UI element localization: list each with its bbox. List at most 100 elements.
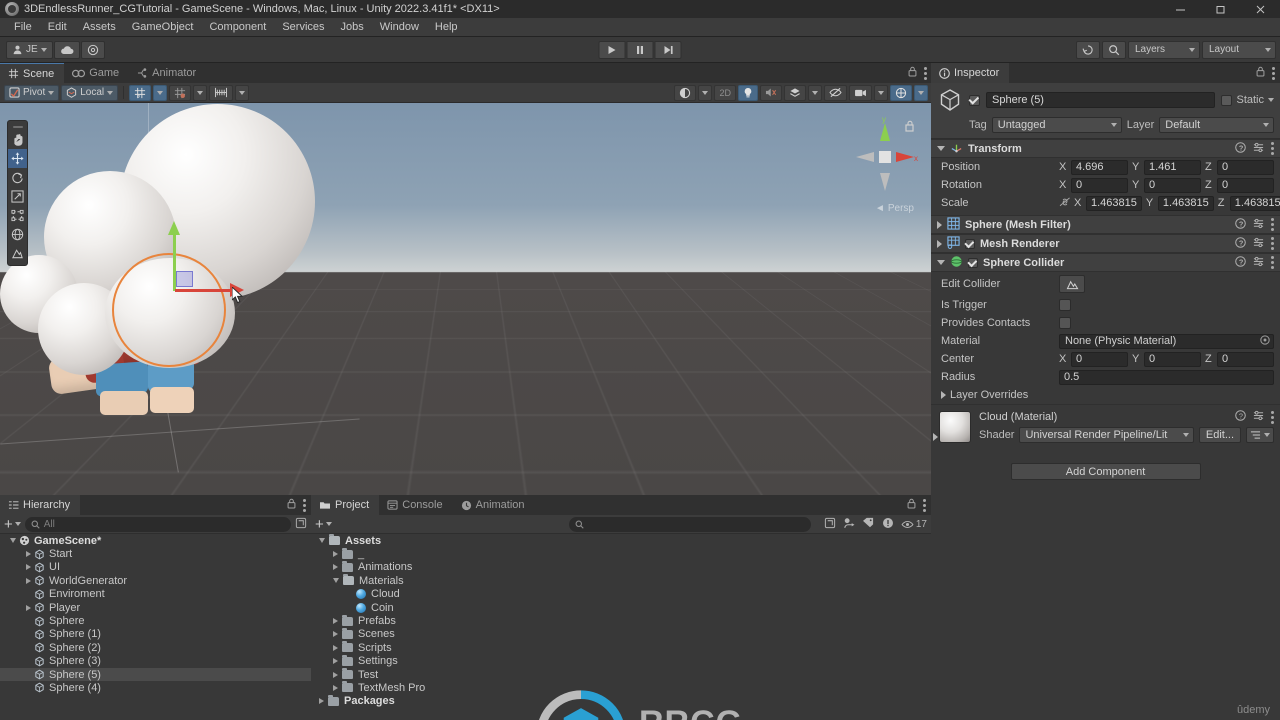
lighting-toggle[interactable] (738, 84, 758, 101)
shading-mode-dropdown[interactable] (698, 84, 713, 101)
scene-viewport[interactable]: y x ◄ Persp (0, 103, 932, 495)
gizmo-plane-handle[interactable] (176, 271, 193, 287)
close-button[interactable] (1240, 0, 1280, 18)
component-menu-icon[interactable] (1271, 237, 1274, 250)
tab-game[interactable]: Game (64, 63, 129, 83)
search-button[interactable] (1102, 40, 1126, 59)
filter-by-type-icon[interactable] (843, 517, 855, 532)
tab-hierarchy[interactable]: Hierarchy (0, 495, 81, 515)
foldout-arrow-icon[interactable] (937, 146, 945, 151)
snap-increment-button[interactable] (209, 84, 234, 101)
layout-dropdown[interactable]: Layout (1202, 40, 1276, 59)
rect-tool-button[interactable] (8, 206, 27, 225)
minimize-button[interactable] (1160, 0, 1200, 18)
tab-console[interactable]: Console (379, 495, 452, 515)
scene-panel-menu-icon[interactable] (924, 66, 927, 80)
hierarchy-item-worldgenerator[interactable]: WorldGenerator (0, 574, 311, 587)
lock-icon[interactable] (908, 66, 917, 80)
position-x-input[interactable]: 4.696 (1071, 159, 1128, 175)
maximize-button[interactable] (1200, 0, 1240, 18)
constrain-proportions-icon[interactable] (1059, 197, 1071, 210)
hierarchy-menu-icon[interactable] (303, 498, 306, 512)
grid-snap-button[interactable]: y (129, 84, 152, 101)
expand-arrow-icon[interactable] (26, 564, 31, 571)
effects-toggle[interactable] (784, 84, 806, 101)
expand-arrow-icon[interactable] (333, 564, 338, 571)
position-y-input[interactable]: 1.461 (1144, 159, 1201, 175)
expand-arrow-icon[interactable] (26, 577, 31, 584)
expand-arrow-icon[interactable] (319, 698, 324, 705)
rotation-z-input[interactable]: 0 (1217, 177, 1274, 193)
project-item-test[interactable]: Test (311, 668, 931, 681)
perspective-label[interactable]: ◄ Persp (875, 203, 914, 214)
menu-jobs[interactable]: Jobs (333, 18, 372, 37)
project-item-coin[interactable]: Coin (311, 601, 931, 614)
layers-dropdown[interactable]: Layers (1128, 40, 1200, 59)
expand-arrow-icon[interactable] (333, 684, 338, 691)
shader-dropdown[interactable]: Universal Render Pipeline/Lit (1019, 427, 1194, 443)
collapse-arrow-icon[interactable] (333, 578, 339, 584)
hierarchy-item-sphere[interactable]: Sphere (0, 614, 311, 627)
help-icon[interactable]: ? (1235, 141, 1246, 156)
hierarchy-item-start[interactable]: Start (0, 547, 311, 560)
gizmo-axis-y-arrow[interactable] (168, 221, 180, 235)
menu-edit[interactable]: Edit (40, 18, 75, 37)
expand-arrow-icon[interactable] (333, 618, 338, 625)
hierarchy-item-sphere-4[interactable]: Sphere (4) (0, 681, 311, 694)
expand-arrow-icon[interactable] (26, 551, 31, 558)
pivot-toggle[interactable]: Pivot (4, 84, 60, 101)
expand-arrow-icon[interactable] (26, 604, 31, 611)
snap-increment-dropdown[interactable] (235, 84, 250, 101)
tab-inspector[interactable]: Inspector (931, 63, 1010, 83)
foldout-arrow-icon[interactable] (937, 239, 942, 248)
gizmo-axis-x[interactable] (175, 289, 233, 292)
rotation-x-input[interactable]: 0 (1071, 177, 1128, 193)
account-button[interactable]: JE (6, 40, 53, 59)
static-toggle[interactable]: Static (1221, 94, 1274, 106)
preset-icon[interactable] (1253, 410, 1264, 424)
hierarchy-item-sphere-3[interactable]: Sphere (3) (0, 655, 311, 668)
shader-edit-button[interactable]: Edit... (1198, 427, 1241, 443)
hierarchy-item-sphere-5[interactable]: Sphere (5) (0, 667, 311, 682)
tab-scene[interactable]: Scene (0, 63, 65, 83)
inspector-menu-icon[interactable] (1272, 66, 1275, 80)
play-button[interactable] (598, 40, 626, 59)
scale-x-input[interactable]: 1.463815 (1086, 195, 1142, 211)
move-tool-button[interactable] (8, 149, 27, 168)
menu-file[interactable]: File (6, 18, 40, 37)
position-z-input[interactable]: 0 (1217, 159, 1274, 175)
expand-arrow-icon[interactable] (333, 671, 338, 678)
object-picker-icon[interactable] (1260, 334, 1270, 348)
help-icon[interactable]: ? (1235, 255, 1246, 270)
filter-by-label-icon[interactable] (862, 517, 875, 531)
hierarchy-item-gamescene[interactable]: GameScene* (0, 534, 311, 547)
grid-visibility-dropdown[interactable] (193, 84, 208, 101)
scene-orientation-gizmo[interactable]: y x (848, 115, 922, 201)
menu-component[interactable]: Component (201, 18, 274, 37)
project-item-[interactable]: _ (311, 547, 931, 560)
project-item-cloud[interactable]: Cloud (311, 588, 931, 601)
sphere-collider-enabled-checkbox[interactable] (968, 257, 978, 268)
menu-window[interactable]: Window (372, 18, 427, 37)
static-checkbox[interactable] (1221, 94, 1233, 106)
gizmos-toggle[interactable] (890, 84, 912, 101)
gear-button[interactable] (80, 40, 105, 59)
hierarchy-item-enviroment[interactable]: Enviroment (0, 588, 311, 601)
component-header-sphere-collider[interactable]: Sphere Collider ? (931, 253, 1280, 272)
help-icon[interactable]: ? (1235, 236, 1246, 251)
preset-icon[interactable] (1253, 237, 1264, 251)
shading-mode-button[interactable] (674, 84, 697, 101)
gizmos-dropdown[interactable] (914, 84, 928, 101)
mesh-renderer-enabled-checkbox[interactable] (965, 238, 975, 249)
preset-icon[interactable] (1253, 256, 1264, 270)
material-variant-dropdown[interactable] (1246, 427, 1274, 443)
audio-toggle[interactable] (760, 84, 782, 101)
hierarchy-item-sphere-1[interactable]: Sphere (1) (0, 628, 311, 641)
menu-assets[interactable]: Assets (75, 18, 124, 37)
cloud-button[interactable] (53, 40, 80, 59)
scene-visibility-toggle[interactable] (824, 84, 847, 101)
project-menu-icon[interactable] (923, 498, 926, 512)
center-y-input[interactable]: 0 (1144, 351, 1201, 367)
layer-overrides-row[interactable]: Layer Overrides (931, 386, 1280, 404)
center-z-input[interactable]: 0 (1217, 351, 1274, 367)
